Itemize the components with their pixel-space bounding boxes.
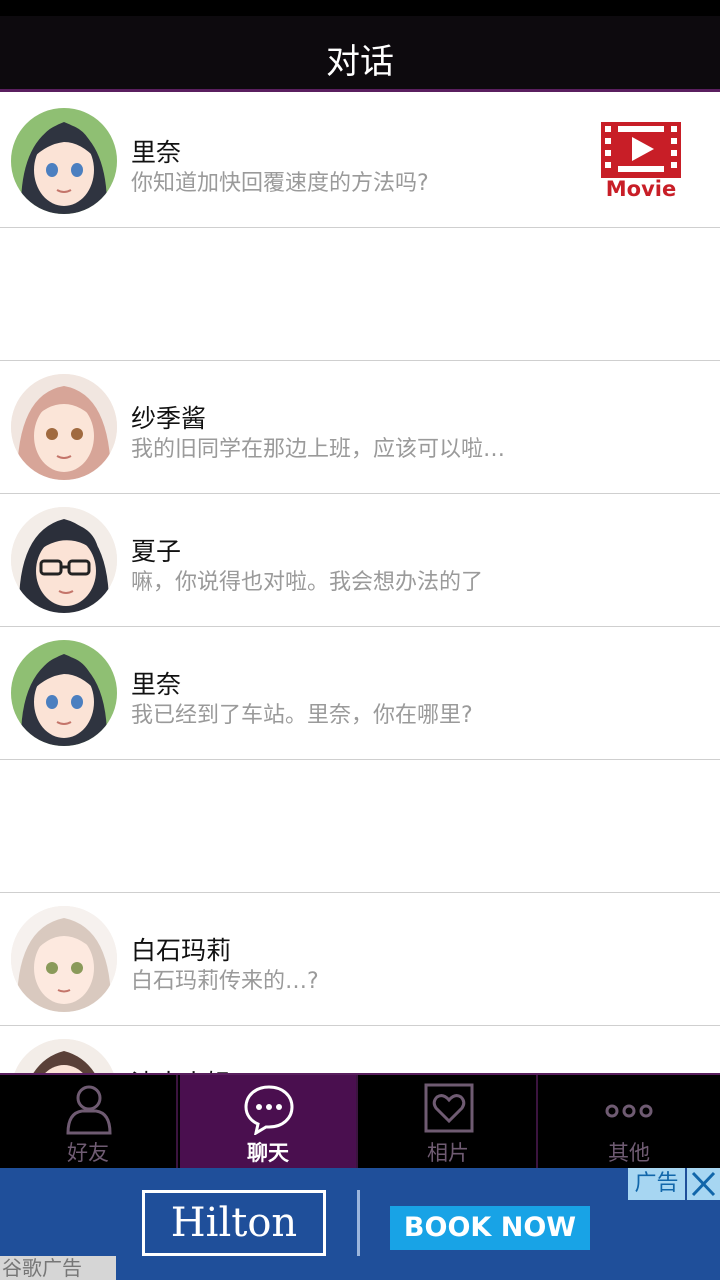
message-preview: 我已经到了车站。里奈，你在哪里? <box>131 703 473 728</box>
contact-name: 里奈 <box>131 138 182 167</box>
tab-friends[interactable]: 好友 <box>0 1075 178 1168</box>
message-preview: 白石玛莉传来的…? <box>131 969 319 994</box>
status-bar <box>0 0 720 16</box>
bottom-tab-bar: 好友 聊天 相片 其他 <box>0 1073 720 1168</box>
app-header: 对话 <box>0 16 720 92</box>
person-icon <box>66 1085 112 1135</box>
page-title: 对话 <box>326 42 394 82</box>
contact-name: 夏子 <box>131 537 182 566</box>
avatar <box>11 640 117 746</box>
tab-chat[interactable]: 聊天 <box>180 1075 358 1168</box>
message-preview: 嘛，你说得也对啦。我会想办法的了 <box>131 570 484 595</box>
video-play-icon <box>601 122 681 178</box>
message-preview: 我的旧同学在那边上班，应该可以啦… <box>131 437 506 462</box>
ad-cta-button[interactable]: BOOK NOW <box>390 1206 590 1250</box>
avatar <box>11 374 117 480</box>
conversation-item[interactable]: 夏子 嘛，你说得也对啦。我会想办法的了 <box>0 494 720 627</box>
conversation-item[interactable]: 里奈 你知道加快回覆速度的方法吗? Movie <box>0 95 720 228</box>
tab-others[interactable]: 其他 <box>540 1075 718 1168</box>
ad-source-label: 谷歌广告 <box>0 1256 116 1280</box>
heart-photo-icon <box>424 1083 474 1133</box>
avatar <box>11 906 117 1012</box>
avatar <box>11 1039 117 1073</box>
message-preview: 你知道加快回覆速度的方法吗? <box>131 171 429 196</box>
contact-name: 清水小姐 <box>131 1064 231 1073</box>
avatar <box>11 507 117 613</box>
contact-name: 里奈 <box>131 670 182 699</box>
ad-label: 广告 <box>628 1168 685 1200</box>
empty-list-slot <box>0 760 720 893</box>
ad-brand-logo: Hilton <box>142 1190 326 1256</box>
tab-photos[interactable]: 相片 <box>360 1075 538 1168</box>
more-dots-icon <box>605 1104 653 1118</box>
conversation-item[interactable]: 里奈 我已经到了车站。里奈，你在哪里? <box>0 627 720 760</box>
ad-divider <box>357 1190 360 1256</box>
movie-button[interactable]: Movie <box>598 122 684 206</box>
contact-name: 纱季酱 <box>131 404 207 433</box>
conversation-item[interactable]: 纱季酱 我的旧同学在那边上班，应该可以啦… <box>0 361 720 494</box>
avatar <box>11 108 117 214</box>
close-icon <box>691 1171 716 1197</box>
empty-list-slot <box>0 228 720 361</box>
conversation-item[interactable]: 白石玛莉 白石玛莉传来的…? <box>0 893 720 1026</box>
movie-label: Movie <box>605 177 677 201</box>
conversation-item[interactable]: 清水小姐 <box>0 1026 720 1073</box>
conversation-list[interactable]: 里奈 你知道加快回覆速度的方法吗? Movie 纱季酱 我的旧同学在那边上班，应… <box>0 95 720 1073</box>
ad-close-button[interactable] <box>687 1168 720 1200</box>
tab-label: 好友 <box>67 1141 109 1165</box>
tab-label: 其他 <box>608 1141 650 1165</box>
contact-name: 白石玛莉 <box>131 936 232 965</box>
tab-label: 聊天 <box>247 1141 289 1165</box>
chat-bubble-icon <box>244 1085 294 1135</box>
tab-label: 相片 <box>427 1141 469 1165</box>
